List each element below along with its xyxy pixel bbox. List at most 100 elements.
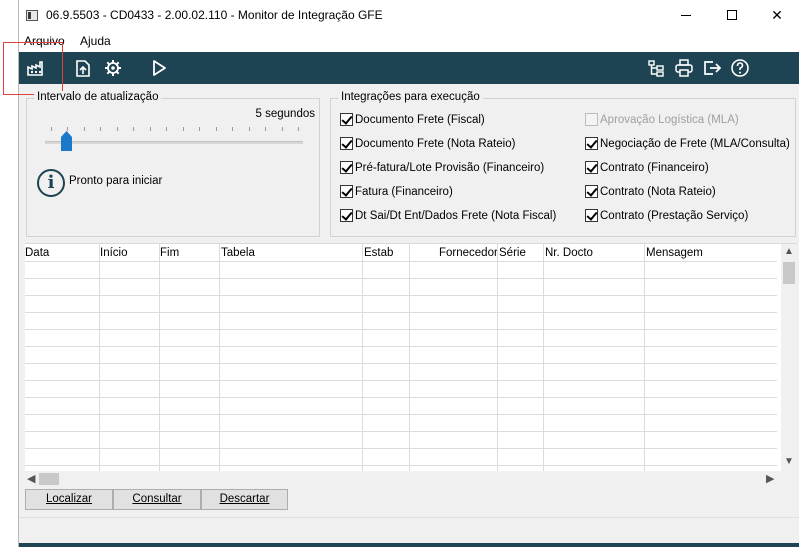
vertical-scrollbar[interactable]: ▲ ▼	[781, 244, 797, 471]
checkbox-label: Contrato (Nota Rateio)	[600, 185, 716, 198]
interval-value: 5 segundos	[255, 108, 315, 120]
checkbox-pre-fatura[interactable]: Pré-fatura/Lote Provisão (Financeiro)	[340, 161, 544, 174]
table-row-line	[25, 380, 777, 381]
table-row-line	[25, 465, 777, 466]
table-row-line	[25, 261, 777, 262]
integration-log-table[interactable]: Data Início Fim Tabela Estab Fornecedor …	[25, 243, 797, 471]
interval-group: Intervalo de atualização 5 segundos i Pr…	[26, 91, 320, 237]
exit-button[interactable]	[701, 57, 723, 79]
tree-icon	[648, 60, 664, 77]
checkbox-doc-frete-fiscal[interactable]: Documento Frete (Fiscal)	[340, 113, 485, 126]
upload-icon	[76, 60, 90, 77]
printer-icon	[675, 59, 693, 77]
checkbox-box[interactable]	[340, 209, 353, 222]
table-row-line	[25, 448, 777, 449]
highlight-box	[3, 42, 63, 95]
play-icon	[153, 60, 166, 76]
window-title: 06.9.5503 - CD0433 - 2.00.02.110 - Monit…	[46, 8, 383, 22]
slider-tick	[166, 127, 167, 131]
scroll-up-icon[interactable]: ▲	[784, 246, 794, 257]
localizar-button[interactable]: Localizar	[25, 489, 113, 510]
checkbox-label: Documento Frete (Fiscal)	[355, 113, 485, 126]
interval-slider-thumb[interactable]	[61, 131, 72, 151]
table-row-line	[25, 414, 777, 415]
column-header-mensagem[interactable]: Mensagem	[646, 247, 703, 259]
slider-tick	[232, 127, 233, 131]
slider-tick	[67, 127, 68, 131]
checkbox-doc-frete-rateio[interactable]: Documento Frete (Nota Rateio)	[340, 137, 515, 150]
checkbox-label: Aprovação Logística (MLA)	[600, 113, 739, 126]
status-text: Pronto para iniciar	[69, 175, 163, 187]
interval-slider-track[interactable]	[45, 141, 303, 144]
table-row-line	[25, 431, 777, 432]
column-header-fornecedor[interactable]: Fornecedor	[439, 247, 498, 259]
upload-button[interactable]	[72, 57, 94, 79]
checkbox-dados-frete[interactable]: Dt Sai/Dt Ent/Dados Frete (Nota Fiscal)	[340, 209, 556, 222]
close-button[interactable]: ✕	[754, 0, 799, 31]
slider-tick	[249, 127, 250, 131]
column-header-estab[interactable]: Estab	[364, 247, 393, 259]
checkbox-box	[585, 113, 598, 126]
tree-button[interactable]	[645, 57, 667, 79]
descartar-button[interactable]: Descartar	[201, 489, 288, 510]
checkbox-contrato-financeiro[interactable]: Contrato (Financeiro)	[585, 161, 709, 174]
consultar-label: Consultar	[132, 493, 182, 505]
checkbox-contrato-rateio[interactable]: Contrato (Nota Rateio)	[585, 185, 716, 198]
exit-icon	[704, 61, 722, 75]
scroll-thumb[interactable]	[783, 262, 795, 284]
horizontal-scrollbar[interactable]: ◀ ▶	[25, 471, 781, 487]
checkbox-box[interactable]	[585, 185, 598, 198]
table-row-line	[25, 278, 777, 279]
column-header-inicio[interactable]: Início	[100, 247, 128, 259]
scroll-thumb[interactable]	[39, 473, 59, 485]
table-row-line	[25, 295, 777, 296]
minimize-button[interactable]	[663, 0, 709, 31]
checkbox-box[interactable]	[340, 137, 353, 150]
checkbox-label: Documento Frete (Nota Rateio)	[355, 137, 516, 150]
menu-ajuda[interactable]: Ajuda	[80, 34, 111, 48]
consultar-button[interactable]: Consultar	[113, 489, 201, 510]
checkbox-label: Negociação de Frete (MLA/Consulta)	[600, 137, 790, 150]
scroll-down-icon[interactable]: ▼	[784, 456, 794, 467]
checkbox-box[interactable]	[340, 161, 353, 174]
toolbar	[19, 52, 799, 84]
gear-icon	[105, 60, 121, 76]
localizar-label: Localizar	[45, 493, 93, 505]
integrations-title: Integrações para execução	[338, 91, 483, 103]
checkbox-box[interactable]	[340, 185, 353, 198]
start-button[interactable]	[148, 57, 170, 79]
checkbox-box[interactable]	[585, 137, 598, 150]
checkbox-label: Contrato (Prestação Serviço)	[600, 209, 749, 222]
column-header-tabela[interactable]: Tabela	[221, 247, 255, 259]
slider-tick	[183, 127, 184, 131]
checkbox-box[interactable]	[340, 113, 353, 126]
checkbox-negociacao-frete[interactable]: Negociação de Frete (MLA/Consulta)	[585, 137, 790, 150]
app-icon	[26, 10, 38, 21]
slider-tick	[199, 127, 200, 131]
settings-button[interactable]	[102, 57, 124, 79]
maximize-button[interactable]	[709, 0, 755, 31]
table-row-line	[25, 346, 777, 347]
checkbox-contrato-servico[interactable]: Contrato (Prestação Serviço)	[585, 209, 748, 222]
checkbox-box[interactable]	[585, 209, 598, 222]
help-icon	[731, 59, 749, 77]
help-button[interactable]	[729, 57, 751, 79]
checkbox-aprovacao-logistica: Aprovação Logística (MLA)	[585, 113, 739, 126]
slider-tick	[51, 127, 52, 131]
column-header-data[interactable]: Data	[25, 247, 49, 259]
minimize-icon	[681, 15, 691, 16]
slider-tick	[265, 127, 266, 131]
print-button[interactable]	[673, 57, 695, 79]
checkbox-label: Dt Sai/Dt Ent/Dados Frete (Nota Fiscal)	[355, 209, 557, 222]
scroll-right-icon[interactable]: ▶	[766, 472, 774, 485]
column-header-serie[interactable]: Série	[499, 247, 526, 259]
checkbox-box[interactable]	[585, 161, 598, 174]
column-header-nr-docto[interactable]: Nr. Docto	[545, 247, 593, 259]
table-row-line	[25, 329, 777, 330]
slider-tick	[298, 127, 299, 131]
menu-bar: Arquivo Ajuda	[19, 31, 799, 52]
scroll-left-icon[interactable]: ◀	[27, 472, 35, 485]
column-header-fim[interactable]: Fim	[160, 247, 179, 259]
slider-tick	[133, 127, 134, 131]
checkbox-fatura[interactable]: Fatura (Financeiro)	[340, 185, 453, 198]
